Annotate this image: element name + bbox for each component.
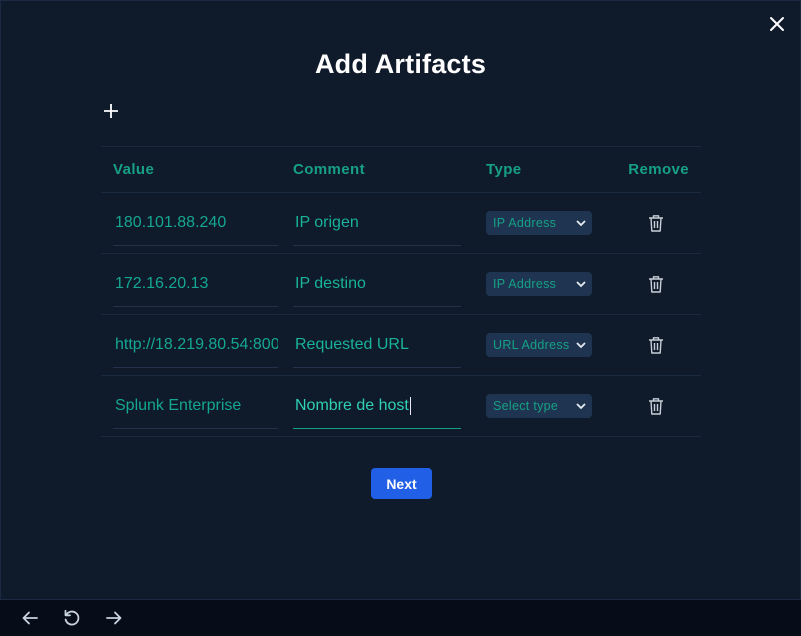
trash-icon	[649, 398, 663, 415]
add-artifact-button[interactable]	[101, 101, 121, 121]
add-artifacts-modal: Add Artifacts Value Comment Type Remove …	[0, 0, 801, 600]
chevron-down-icon	[576, 402, 586, 409]
remove-button[interactable]	[646, 396, 666, 416]
type-select[interactable]: URL Address	[486, 333, 592, 357]
header-comment: Comment	[293, 161, 365, 178]
artifacts-table: Value Comment Type Remove 180.101.88.240…	[101, 146, 701, 437]
remove-button[interactable]	[646, 213, 666, 233]
header-remove: Remove	[628, 161, 689, 178]
value-input[interactable]: 180.101.88.240	[113, 200, 278, 246]
table-row: 172.16.20.13 IP destino IP Address	[101, 254, 701, 315]
close-icon	[770, 17, 784, 31]
comment-input[interactable]: Nombre de host	[293, 383, 461, 429]
type-select-value: Select type	[493, 399, 559, 413]
value-input[interactable]: http://18.219.80.54:8000	[113, 322, 278, 368]
type-select[interactable]: IP Address	[486, 272, 592, 296]
modal-title: Add Artifacts	[314, 49, 487, 79]
type-select[interactable]: IP Address	[486, 211, 592, 235]
value-input[interactable]: 172.16.20.13	[113, 261, 278, 307]
chevron-down-icon	[576, 280, 586, 287]
trash-icon	[649, 215, 663, 232]
back-button[interactable]	[18, 606, 42, 630]
chevron-down-icon	[576, 219, 586, 226]
comment-input[interactable]: IP destino	[293, 261, 461, 307]
type-select-value: URL Address	[493, 338, 570, 352]
type-select-value: IP Address	[493, 277, 557, 291]
bottom-nav-bar	[0, 600, 801, 636]
header-value: Value	[113, 161, 155, 178]
plus-icon	[104, 104, 118, 118]
next-button[interactable]: Next	[371, 468, 432, 499]
close-button[interactable]	[766, 13, 788, 35]
chevron-down-icon	[576, 341, 586, 348]
table-row: Splunk Enterprise Nombre de host Select …	[101, 376, 701, 437]
value-input[interactable]: Splunk Enterprise	[113, 383, 278, 429]
arrow-right-icon	[106, 611, 122, 625]
comment-input-text: Nombre de host	[295, 396, 409, 414]
reload-icon	[64, 609, 80, 626]
remove-button[interactable]	[646, 335, 666, 355]
trash-icon	[649, 276, 663, 293]
trash-icon	[649, 337, 663, 354]
table-row: 180.101.88.240 IP origen IP Address	[101, 193, 701, 254]
table-row: http://18.219.80.54:8000 Requested URL U…	[101, 315, 701, 376]
type-select-value: IP Address	[493, 216, 557, 230]
forward-button[interactable]	[102, 606, 126, 630]
arrow-left-icon	[22, 611, 38, 625]
reload-button[interactable]	[60, 606, 84, 630]
text-caret	[409, 396, 411, 415]
header-type: Type	[486, 161, 522, 178]
table-header-row: Value Comment Type Remove	[101, 147, 701, 193]
type-select[interactable]: Select type	[486, 394, 592, 418]
comment-input[interactable]: IP origen	[293, 200, 461, 246]
comment-input[interactable]: Requested URL	[293, 322, 461, 368]
remove-button[interactable]	[646, 274, 666, 294]
